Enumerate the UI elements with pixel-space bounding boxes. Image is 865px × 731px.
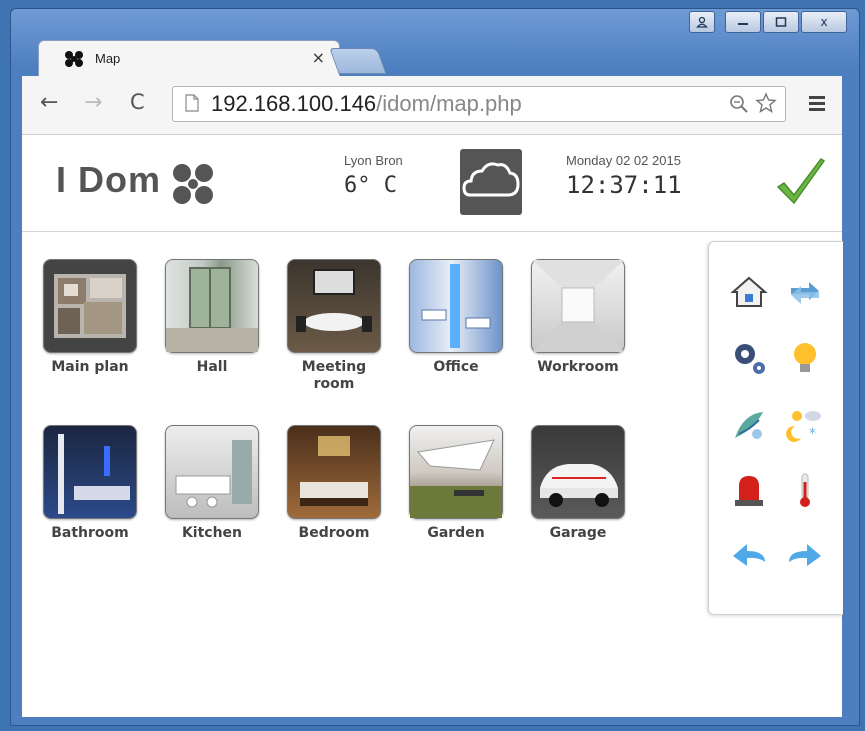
current-time: 12:37:11 bbox=[566, 171, 682, 199]
logo-fan-icon bbox=[160, 159, 224, 214]
back-icon[interactable]: ← bbox=[40, 90, 58, 115]
hall-icon bbox=[165, 259, 259, 353]
maximize-icon[interactable] bbox=[763, 11, 799, 33]
url-host: 192.168.100.146 bbox=[211, 91, 377, 116]
minimize-icon[interactable] bbox=[725, 11, 761, 33]
forward-arrow-icon[interactable] bbox=[785, 536, 825, 576]
bedroom-icon bbox=[287, 425, 381, 519]
settings-icon[interactable] bbox=[729, 338, 769, 378]
scenes-icon[interactable] bbox=[729, 404, 769, 444]
browser-tab[interactable]: Map × bbox=[38, 40, 340, 77]
thermometer-icon[interactable] bbox=[785, 470, 825, 510]
garden-icon bbox=[409, 425, 503, 519]
room-label: Meeting room bbox=[301, 359, 367, 392]
check-icon[interactable] bbox=[774, 157, 828, 214]
room-tile[interactable]: Bathroom bbox=[40, 425, 140, 542]
svg-text:*: * bbox=[809, 426, 816, 442]
room-tile[interactable]: Bedroom bbox=[284, 425, 384, 542]
tab-title: Map bbox=[95, 51, 121, 66]
meeting-room-icon bbox=[287, 259, 381, 353]
office-icon bbox=[409, 259, 503, 353]
room-tile[interactable]: Hall bbox=[162, 259, 262, 376]
menu-icon[interactable] bbox=[808, 94, 826, 117]
window-controls: x bbox=[689, 11, 847, 33]
room-label: Bedroom bbox=[298, 525, 370, 541]
logo-text: I Dom bbox=[56, 159, 162, 200]
page-content: I Dom Lyon Bron 6° C Monday 02 02 2015 1… bbox=[22, 135, 843, 717]
zoom-icon[interactable] bbox=[729, 94, 749, 119]
url-path: /idom/map.php bbox=[376, 91, 522, 116]
bathroom-icon bbox=[43, 425, 137, 519]
room-tile[interactable]: Main plan bbox=[40, 259, 140, 376]
bookmark-star-icon[interactable] bbox=[755, 92, 777, 119]
room-tile[interactable]: Meeting room bbox=[284, 259, 384, 393]
close-icon[interactable]: x bbox=[801, 11, 847, 33]
back-arrow-icon[interactable] bbox=[729, 536, 769, 576]
room-label: Garden bbox=[427, 525, 485, 541]
forward-icon[interactable]: → bbox=[84, 90, 102, 115]
room-label: Hall bbox=[196, 359, 228, 375]
room-tile[interactable]: Office bbox=[406, 259, 506, 376]
temperature: 6° C bbox=[344, 173, 397, 198]
home-icon[interactable] bbox=[729, 272, 769, 312]
floor-plan-icon bbox=[43, 259, 137, 353]
kitchen-icon bbox=[165, 425, 259, 519]
tab-close-icon[interactable]: × bbox=[312, 48, 325, 67]
workroom-icon bbox=[531, 259, 625, 353]
reload-icon[interactable]: C bbox=[130, 90, 145, 114]
room-label: Bathroom bbox=[51, 525, 129, 541]
room-label: Office bbox=[433, 359, 479, 375]
room-tile[interactable]: Workroom bbox=[528, 259, 628, 376]
cloud-icon bbox=[460, 149, 522, 215]
room-tile[interactable]: Kitchen bbox=[162, 425, 262, 542]
sidebar-panel: * bbox=[708, 241, 843, 615]
room-label: Main plan bbox=[51, 359, 129, 375]
room-tile[interactable]: Garage bbox=[528, 425, 628, 542]
room-label: Workroom bbox=[537, 359, 619, 375]
weather-icon[interactable]: * bbox=[785, 404, 825, 444]
room-label: Garage bbox=[549, 525, 607, 541]
fan-logo-icon bbox=[63, 50, 85, 73]
user-icon[interactable] bbox=[689, 11, 715, 33]
address-bar[interactable]: 192.168.100.146/idom/map.php bbox=[172, 86, 786, 122]
new-tab-button[interactable] bbox=[329, 48, 387, 74]
alarm-icon[interactable] bbox=[729, 470, 769, 510]
url-text: 192.168.100.146/idom/map.php bbox=[211, 91, 522, 117]
weather-location: Lyon Bron bbox=[344, 153, 403, 168]
refresh-icon[interactable] bbox=[785, 272, 825, 312]
light-bulb-icon[interactable] bbox=[785, 338, 825, 378]
room-label: Kitchen bbox=[181, 525, 243, 541]
room-tile[interactable]: Garden bbox=[406, 425, 506, 542]
current-date: Monday 02 02 2015 bbox=[566, 153, 681, 168]
browser-toolbar: ← → C 192.168.100.146/idom/map.php bbox=[22, 76, 842, 135]
page-icon bbox=[185, 94, 199, 117]
garage-icon bbox=[531, 425, 625, 519]
app-header: I Dom Lyon Bron 6° C Monday 02 02 2015 1… bbox=[22, 135, 842, 232]
